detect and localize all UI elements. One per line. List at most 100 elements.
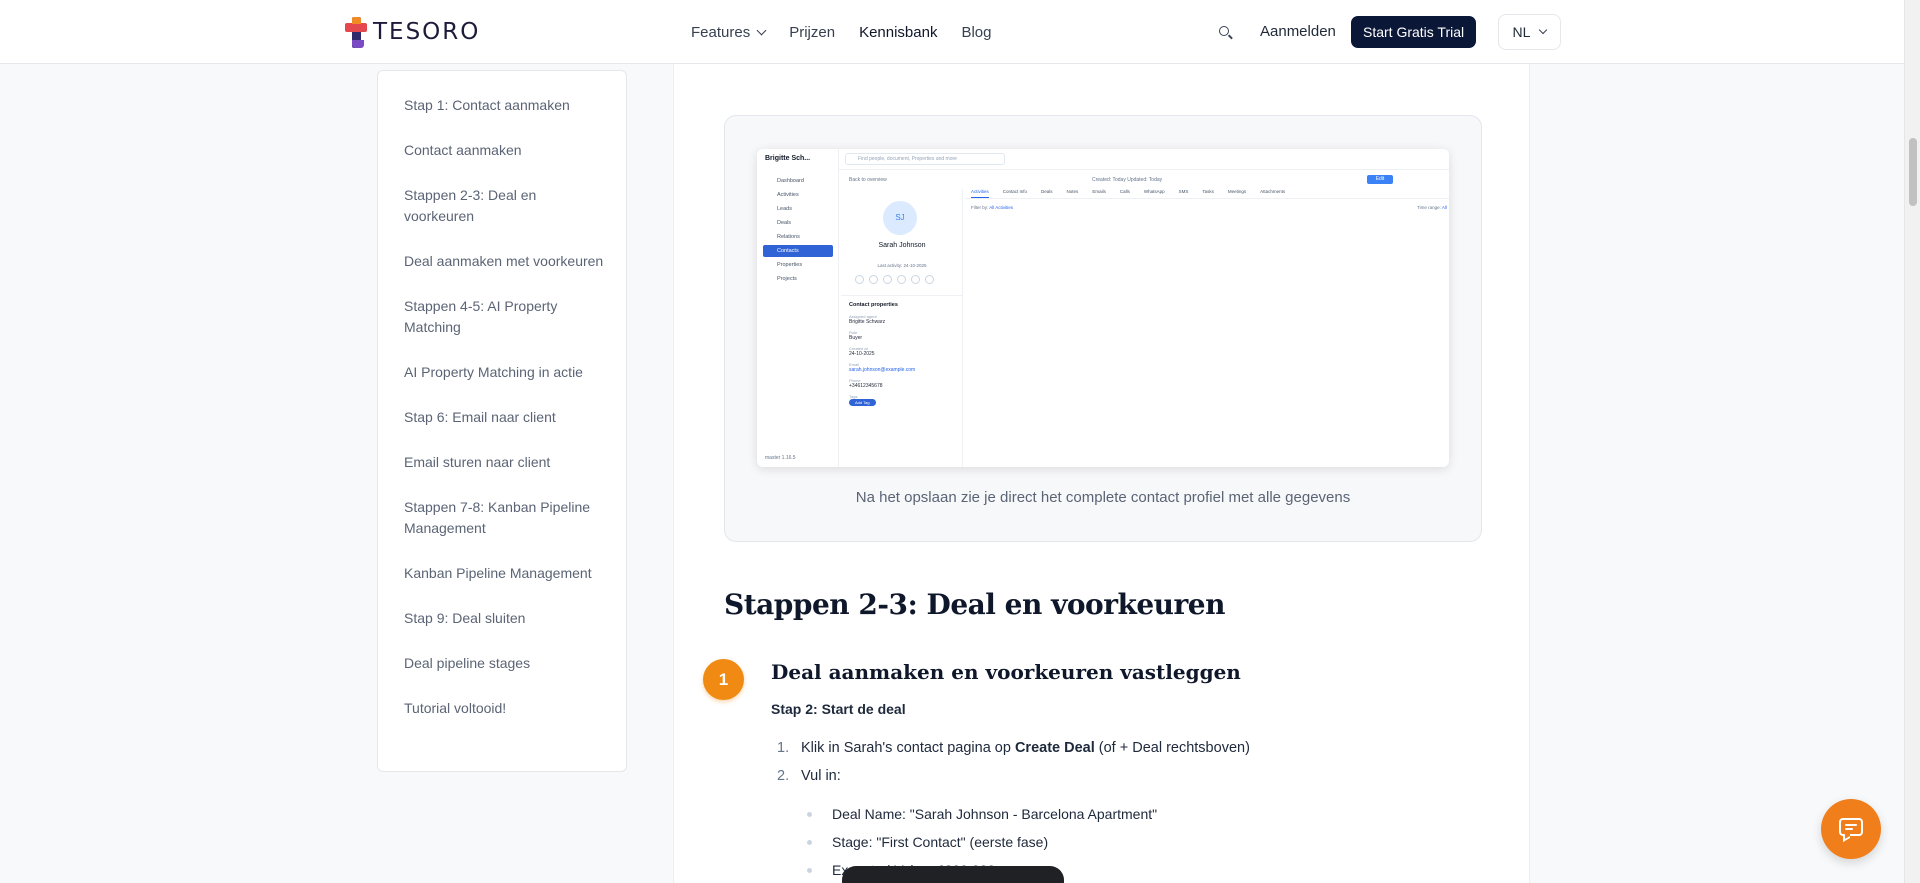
crm-tab: Tasks [1202, 189, 1214, 194]
toc-item[interactable]: Stappen 2-3: Deal en voorkeuren [404, 185, 606, 227]
crm-nav-item: Leads [777, 206, 792, 212]
bullet-text: Stage: "First Contact" (eerste fase) [832, 834, 1049, 850]
crm-tab: WhatsApp [1143, 189, 1165, 194]
bullet-icon [807, 867, 812, 873]
chat-button[interactable] [1821, 799, 1881, 859]
list-text-bold: Create Deal [1014, 740, 1095, 756]
bullet-icon [807, 839, 812, 845]
crm-tab: Attachments [1260, 189, 1286, 194]
crm-tab: SMS [1178, 189, 1189, 194]
prop-value: +34612345678 [849, 383, 883, 389]
brand-name: TESORO [373, 19, 481, 45]
avatar: SJ [883, 201, 917, 235]
list-item: Deal Name: "Sarah Johnson - Barcelona Ap… [807, 800, 1157, 828]
crm-version: master 1.16.5 [765, 455, 796, 461]
crm-nav-item: Deals [777, 220, 792, 226]
section-title: Stappen 2-3: Deal en voorkeuren [724, 588, 1225, 621]
chat-icon [1839, 818, 1863, 843]
list-text: (of + Deal rechtsboven) [1094, 740, 1250, 756]
crm-tab: Emails [1092, 189, 1106, 194]
crm-tag: Add Tag [849, 399, 876, 406]
nav-prijzen[interactable]: Prijzen [789, 24, 835, 41]
table-of-contents: Stap 1: Contact aanmaken Contact aanmake… [377, 70, 627, 772]
toc-item[interactable]: Contact aanmaken [404, 140, 606, 161]
list-item: 1. Klik in Sarah's contact pagina op Cre… [777, 740, 1250, 768]
crm-contact-name: Sarah Johnson [878, 242, 926, 249]
crm-nav-item: Projects [777, 276, 797, 282]
crm-tabs: Activities Contact Info Deals Notes Emai… [965, 189, 1449, 199]
nav-kennisbank-label: Kennisbank [859, 23, 938, 41]
toc-item[interactable]: Email sturen naar client [404, 452, 606, 473]
scrollbar-thumb[interactable] [1909, 138, 1917, 206]
crm-nav-item: Activities [777, 192, 799, 198]
nav-features[interactable]: Features [691, 23, 767, 41]
language-label: NL [1512, 24, 1531, 40]
start-trial-button[interactable]: Start Gratis Trial [1351, 16, 1477, 48]
crm-action-icons [855, 275, 934, 284]
crm-contact-properties: Contact properties Assigned agent Brigit… [841, 295, 963, 412]
login-link[interactable]: Aanmelden [1260, 23, 1336, 40]
search-icon[interactable] [1219, 26, 1233, 40]
floating-toolbar[interactable] [842, 866, 1064, 883]
crm-time-range: Time range: All [1417, 205, 1447, 210]
chevron-down-icon [756, 25, 767, 35]
crm-filter-value: All Activities [989, 205, 1014, 210]
crm-tab: Contact Info [1002, 189, 1028, 194]
chevron-down-icon [1539, 25, 1548, 35]
crm-contact-screenshot: Brigitte Sch... Dashboard Activities Lea… [757, 149, 1449, 467]
toc-item[interactable]: Stappen 4-5: AI Property Matching [404, 296, 606, 338]
prop-value: sarah.johnson@example.com [849, 367, 916, 373]
crm-tab: Calls [1119, 189, 1130, 194]
screenshot-figure: Brigitte Sch... Dashboard Activities Lea… [724, 115, 1482, 542]
crm-meta: Created: Today Updated: Today [1092, 177, 1163, 183]
toc-item[interactable]: Stappen 7-8: Kanban Pipeline Management [404, 497, 606, 539]
crm-tab: Deals [1041, 189, 1053, 194]
crm-tab: Activities [971, 189, 989, 198]
toc-item[interactable]: Stap 1: Contact aanmaken [404, 95, 606, 116]
prop-value: Brigitte Schwarz [849, 319, 886, 325]
toc-item[interactable]: Kanban Pipeline Management [404, 563, 606, 584]
toc-item[interactable]: AI Property Matching in actie [404, 362, 606, 383]
crm-brand: Brigitte Sch... [765, 155, 811, 162]
crm-nav-item: Properties [777, 262, 803, 268]
article-content: Brigitte Sch... Dashboard Activities Lea… [673, 64, 1530, 883]
toc-item[interactable]: Deal pipeline stages [404, 653, 606, 674]
crm-nav-item-selected: Contacts [763, 245, 833, 257]
list-text: Klik in Sarah's contact pagina op [801, 740, 1015, 756]
toc-item[interactable]: Deal aanmaken met voorkeuren [404, 251, 606, 272]
crm-time-range-label: Time range: [1417, 205, 1441, 210]
tesoro-logo[interactable]: TESORO [345, 16, 480, 48]
step-number-badge: 1 [703, 659, 744, 700]
nav-blog[interactable]: Blog [961, 24, 991, 41]
nav-prijzen-label: Prijzen [789, 23, 836, 41]
site-header: TESORO Features Prijzen Kennisbank Blog … [0, 0, 1904, 64]
toc-item[interactable]: Stap 6: Email naar client [404, 407, 606, 428]
list-item: Stage: "First Contact" (eerste fase) [807, 828, 1157, 856]
prop-value: Buyer [849, 335, 863, 341]
crm-properties-title: Contact properties [849, 302, 898, 308]
language-selector[interactable]: NL [1498, 14, 1561, 50]
crm-nav-item: Relations [777, 234, 800, 240]
tesoro-logo-mark [345, 16, 367, 48]
crm-search: Find people, document, Properties and mo… [845, 153, 1005, 165]
toc-item[interactable]: Tutorial voltooid! [404, 698, 606, 719]
list-item: 2. Vul in: [777, 768, 1250, 796]
crm-tab: Meetings [1227, 189, 1247, 194]
nav-kennisbank[interactable]: Kennisbank [859, 24, 937, 41]
crm-back-link: Back to overview [849, 177, 887, 183]
crm-filter-label: Filter by: [971, 205, 989, 210]
crm-contact-card: SJ Sarah Johnson Last activity: 24-10-20… [841, 189, 963, 467]
list-text: Vul in: [801, 768, 841, 784]
step-subheading: Stap 2: Start de deal [771, 701, 906, 717]
crm-nav-item: Dashboard [777, 178, 804, 184]
ordered-list: 1. Klik in Sarah's contact pagina op Cre… [777, 740, 1250, 796]
crm-filter: Filter by: All Activities [971, 205, 1013, 210]
crm-tab: Notes [1066, 189, 1079, 194]
page-scrollbar[interactable] [1904, 0, 1920, 883]
step-title: Deal aanmaken en voorkeuren vastleggen [771, 660, 1241, 684]
nav-features-label: Features [691, 23, 751, 41]
crm-sidebar: Brigitte Sch... Dashboard Activities Lea… [757, 149, 839, 467]
crm-edit-button: Edit [1367, 175, 1393, 184]
list-number: 2. [777, 768, 790, 784]
toc-item[interactable]: Stap 9: Deal sluiten [404, 608, 606, 629]
